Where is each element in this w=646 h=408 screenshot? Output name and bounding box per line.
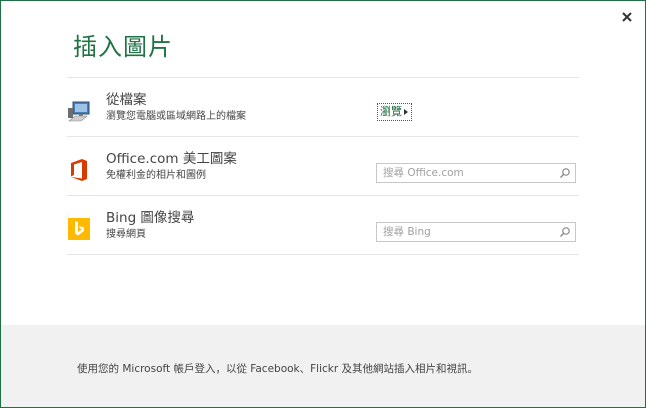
computer-icon — [68, 101, 90, 122]
source-text: Office.com 美工圖案 免權利金的相片和圖例 — [106, 150, 237, 182]
bing-search-input[interactable] — [377, 223, 559, 241]
divider — [67, 136, 579, 137]
office-search-input[interactable] — [377, 164, 559, 182]
source-subtitle: 瀏覽您電腦或區域網路上的檔案 — [106, 111, 246, 122]
dialog-title: 插入圖片 — [73, 33, 173, 61]
arrow-right-icon — [404, 109, 408, 115]
source-subtitle: 免權利金的相片和圖例 — [106, 170, 206, 181]
divider — [67, 195, 579, 196]
insert-pictures-dialog: 插入圖片 從檔案 瀏覽您電腦或區域網路上的檔案 瀏覽 Office.com 美工… — [0, 0, 646, 408]
browse-label: 瀏覽 — [380, 105, 402, 118]
search-icon[interactable] — [559, 226, 571, 238]
close-icon — [622, 12, 632, 22]
source-title: Bing 圖像搜尋 — [106, 210, 195, 226]
bing-logo-icon — [68, 218, 90, 240]
divider — [67, 77, 579, 78]
office-search-box — [376, 163, 576, 183]
footer-sign-in-text: 使用您的 Microsoft 帳戶登入，以從 Facebook、Flickr 及… — [77, 363, 479, 375]
close-button[interactable] — [619, 9, 635, 25]
source-text: 從檔案 瀏覽您電腦或區域網路上的檔案 — [106, 91, 246, 123]
source-title: Office.com 美工圖案 — [106, 151, 237, 167]
source-subtitle: 搜尋網頁 — [106, 229, 146, 240]
source-text: Bing 圖像搜尋 搜尋網頁 — [106, 209, 194, 241]
divider — [67, 254, 579, 255]
bing-search-box — [376, 222, 576, 242]
office-logo-icon — [71, 159, 87, 181]
source-title: 從檔案 — [106, 92, 147, 108]
footer: 使用您的 Microsoft 帳戶登入，以從 Facebook、Flickr 及… — [1, 325, 645, 407]
browse-button[interactable]: 瀏覽 — [377, 103, 412, 121]
search-icon[interactable] — [559, 167, 571, 179]
